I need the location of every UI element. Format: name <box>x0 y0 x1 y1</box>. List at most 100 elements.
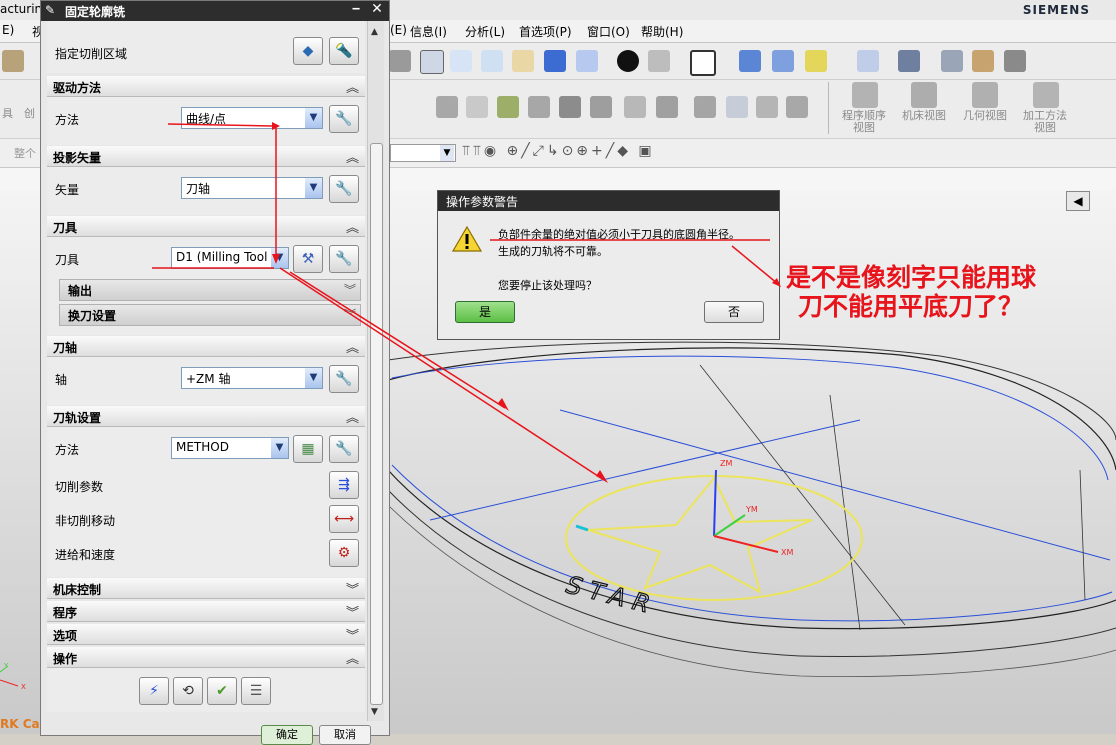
machine-control-title: 机床控制 <box>53 583 102 597</box>
blue-crossline <box>429 419 861 521</box>
disc-front-edge <box>387 469 1116 630</box>
path-method-label: 方法 <box>55 443 80 457</box>
display-region-button[interactable]: 🔦 <box>329 37 359 65</box>
operation-warning-dialog: 操作参数警告 负部件余量的绝对值必须小于刀具的底圆角半径。 生成的刀轨将不可靠。… <box>437 190 780 340</box>
tool-select[interactable]: D1 (Milling Tool ▼ <box>171 247 289 269</box>
annotation-question-line-1: 是不是像刻字只能用球 <box>786 263 1037 292</box>
scroll-thumb[interactable] <box>370 143 383 705</box>
chevron-down-icon: ︾ <box>345 606 359 621</box>
warning-question: 您要停止该处理吗？ <box>498 279 597 292</box>
dialog-titlebar[interactable]: ✎ 固定轮廓铣 ‒ ✕ <box>41 1 389 21</box>
projection-vector-header[interactable]: 投影矢量 ︽ <box>47 146 365 167</box>
output-title: 输出 <box>68 284 93 298</box>
path-settings-body: 方法 METHOD ▼ ▦ 🔧 切削参数 ⇶ 非切削移动 ⟷ 进给和速度 ⚙ <box>47 427 365 577</box>
vector-select[interactable]: 刀轴 ▼ <box>181 177 323 199</box>
tool-change-subsection[interactable]: 换刀设置 ︾ <box>59 304 361 326</box>
program-header[interactable]: 程序 ︾ <box>47 601 365 622</box>
list-button[interactable]: ☰ <box>241 677 271 705</box>
scroll-down-icon[interactable]: ▼ <box>371 707 378 717</box>
chevron-down-icon: ▼ <box>305 178 322 198</box>
path-method-select[interactable]: METHOD ▼ <box>171 437 289 459</box>
actions-header[interactable]: 操作 ︽ <box>47 647 365 668</box>
feeds-speeds-label: 进给和速度 <box>55 548 116 562</box>
feeds-speeds-button[interactable]: ⚙ <box>329 539 359 567</box>
yellow-star-curve <box>587 476 813 594</box>
tool-change-title: 换刀设置 <box>68 309 117 323</box>
axis-edit-button[interactable]: 🔧 <box>329 365 359 393</box>
axis-select[interactable]: +ZM 轴 ▼ <box>181 367 323 389</box>
chevron-up-icon: ︽ <box>345 652 359 667</box>
specify-cut-region-label: 指定切削区域 <box>55 47 128 61</box>
wire-3 <box>1079 469 1086 601</box>
new-method-button[interactable]: ▦ <box>293 435 323 463</box>
dialog-scrollbar[interactable]: ▲ ▼ <box>367 21 384 721</box>
path-settings-title: 刀轨设置 <box>53 411 102 425</box>
replay-button[interactable]: ⟲ <box>173 677 203 705</box>
warning-line-1: 负部件余量的绝对值必须小于刀具的底圆角半径。 <box>498 228 740 241</box>
chevron-up-icon: ︽ <box>345 411 359 426</box>
fixed-contour-dialog: ✎ 固定轮廓铣 ‒ ✕ ▲ ▼ 指定切削区域 ◆ 🔦 驱动方法 ︽ 方法 曲线/… <box>40 0 390 745</box>
y-axis-line <box>713 514 746 537</box>
z-axis-label: ZM <box>720 459 732 468</box>
path-method-value: METHOD <box>176 440 229 454</box>
geometry-section-body: 指定切削区域 ◆ 🔦 <box>47 21 365 73</box>
actions-title: 操作 <box>53 652 78 666</box>
minimize-icon[interactable]: ‒ <box>347 1 365 21</box>
drive-method-edit-button[interactable]: 🔧 <box>329 105 359 133</box>
chevron-down-icon: ︾ <box>343 308 356 322</box>
close-icon[interactable]: ✕ <box>367 1 387 21</box>
wire-1 <box>699 364 906 626</box>
chevron-down-icon: ︾ <box>343 283 356 297</box>
ok-button[interactable]: 确定 <box>261 725 313 745</box>
tool-label: 刀具 <box>55 253 80 267</box>
tool-body: 刀具 D1 (Milling Tool ▼ ⚒ 🔧 输出 ︾ 换刀设置 ︾ <box>47 237 365 335</box>
tool-axis-body: 轴 +ZM 轴 ▼ 🔧 <box>47 357 365 405</box>
tool-header[interactable]: 刀具 ︽ <box>47 216 365 237</box>
cut-params-button[interactable]: ⇶ <box>329 471 359 499</box>
tool-axis-title: 刀轴 <box>53 341 78 355</box>
no-button[interactable]: 否 <box>704 301 764 323</box>
yes-button[interactable]: 是 <box>455 301 515 323</box>
disc-base-edge <box>387 504 1116 677</box>
vector-edit-button[interactable]: 🔧 <box>329 175 359 203</box>
chevron-up-icon: ︽ <box>345 341 359 356</box>
tool-axis-header[interactable]: 刀轴 ︽ <box>47 336 365 357</box>
chevron-up-icon: ︽ <box>345 81 359 96</box>
chevron-down-icon: ▼ <box>271 438 288 458</box>
scroll-up-icon[interactable]: ▲ <box>371 27 378 37</box>
verify-button[interactable]: ✔ <box>207 677 237 705</box>
warning-title: 操作参数警告 <box>446 195 519 209</box>
warning-icon <box>452 225 482 252</box>
drive-method-label: 方法 <box>55 113 80 127</box>
drive-method-select[interactable]: 曲线/点 ▼ <box>181 107 323 129</box>
output-subsection[interactable]: 输出 ︾ <box>59 279 361 301</box>
cyan-marker <box>575 524 589 532</box>
edit-method-button[interactable]: 🔧 <box>329 435 359 463</box>
cancel-button[interactable]: 取消 <box>319 725 371 745</box>
vector-value: 刀轴 <box>186 182 211 196</box>
options-header[interactable]: 选项 ︾ <box>47 624 365 645</box>
chevron-down-icon: ▼ <box>271 248 288 268</box>
warning-titlebar[interactable]: 操作参数警告 <box>438 191 779 211</box>
new-tool-button[interactable]: ⚒ <box>293 245 323 273</box>
disc-bottom-edge <box>387 489 1116 657</box>
dialog-title: 固定轮廓铣 <box>65 5 126 19</box>
machine-control-header[interactable]: 机床控制 ︾ <box>47 578 365 599</box>
triad-x-label: X <box>21 683 26 691</box>
triad-x-line <box>0 679 19 687</box>
actions-body: ⚡ ⟲ ✔ ☰ <box>47 668 365 712</box>
drive-method-value: 曲线/点 <box>186 112 227 126</box>
drive-method-header[interactable]: 驱动方法 ︽ <box>47 76 365 97</box>
specify-cut-region-button[interactable]: ◆ <box>293 37 323 65</box>
dialog-icon: ✎ <box>45 3 56 17</box>
path-settings-header[interactable]: 刀轨设置 ︽ <box>47 406 365 427</box>
cut-params-label: 切削参数 <box>55 480 104 494</box>
non-cut-moves-button[interactable]: ⟷ <box>329 505 359 533</box>
x-axis-label: XM <box>781 548 793 557</box>
chevron-down-icon: ︾ <box>345 629 359 644</box>
edit-tool-button[interactable]: 🔧 <box>329 245 359 273</box>
generate-button[interactable]: ⚡ <box>139 677 169 705</box>
engraved-star-text: STAR <box>564 571 661 621</box>
warning-line-2: 生成的刀轨将不可靠。 <box>498 245 608 258</box>
chevron-down-icon: ▼ <box>305 368 322 388</box>
